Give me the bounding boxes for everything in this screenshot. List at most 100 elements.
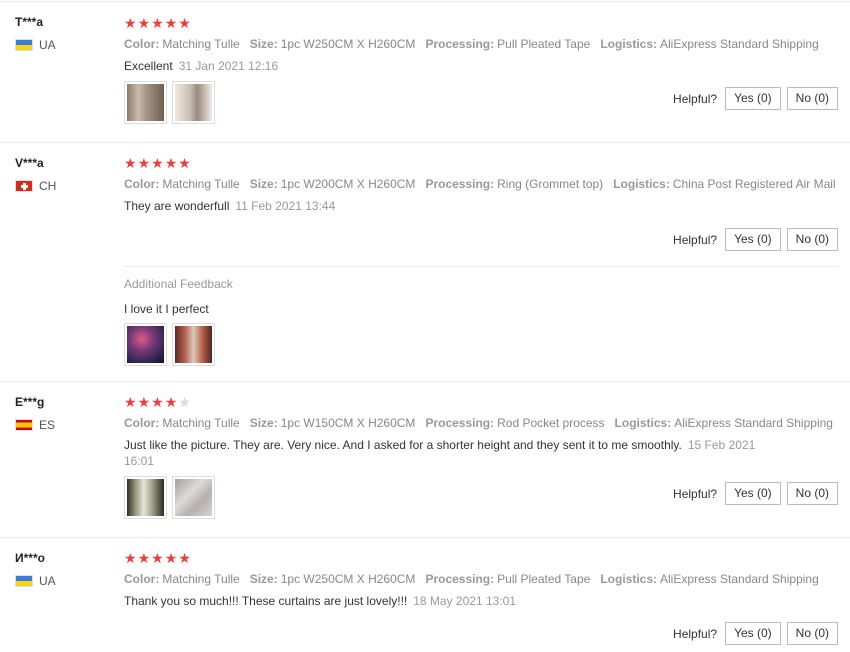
star-filled-icon: ★ [151,394,164,410]
reviewer-country: UA [15,38,56,52]
review-date: 11 Feb 2021 13:44 [235,199,336,213]
star-rating: ★ ★ ★ ★ ★ [124,156,191,170]
product-attribute: Size: 1pc W150CM X H260CM [250,416,416,430]
no-vote-button[interactable]: No (0) [786,87,838,110]
review-photo-thumbnail[interactable] [172,81,215,124]
no-vote-button[interactable]: No (0) [786,228,838,251]
attribute-label: Logistics: [613,177,670,191]
product-attributes: Color: Matching Tulle Size: 1pc W250CM X H2… [124,37,819,51]
attribute-value: Matching Tulle [162,177,240,191]
ukraine-flag-icon [15,39,33,51]
star-filled-icon: ★ [124,394,137,410]
product-attribute: Size: 1pc W200CM X H260CM [250,177,416,191]
review-photo-thumbnail[interactable] [124,81,167,124]
attribute-label: Size: [249,177,278,191]
review-photos [124,476,215,519]
star-empty-icon: ★ [178,394,191,410]
attribute-label: Processing: [425,177,495,191]
review-divider [0,537,850,538]
attribute-value: Matching Tulle [162,37,240,51]
no-vote-button[interactable]: No (0) [786,622,838,645]
product-attribute: Processing: Ring (Grommet top) [425,177,603,191]
helpful-label: Helpful? [673,486,718,501]
review-text: They are wonderfull 11 Feb 2021 13:44 [124,199,335,213]
product-attribute: Processing: Pull Pleated Tape [425,37,590,51]
attribute-label: Size: [249,37,278,51]
review-body: Excellent [124,59,173,73]
attribute-value: Ring (Grommet top) [497,177,604,191]
reviewer-country: UA [15,574,56,588]
helpful-label: Helpful? [673,232,718,247]
yes-vote-button[interactable]: Yes (0) [725,622,781,645]
product-attribute: Processing: Rod Pocket process [425,416,604,430]
attribute-value: 1pc W150CM X H260CM [280,416,416,430]
star-filled-icon: ★ [137,155,151,171]
product-attribute: Logistics: AliExpress Standard Shipping [615,416,833,430]
reviewer-name: E***g [15,395,45,409]
helpful-label: Helpful? [673,626,718,641]
yes-vote-button[interactable]: Yes (0) [725,482,781,505]
product-attribute: Logistics: AliExpress Standard Shipping [600,572,818,586]
attribute-value: AliExpress Standard Shipping [660,572,819,586]
attribute-label: Color: [124,37,160,51]
review-photos [124,81,215,124]
star-filled-icon: ★ [151,155,164,171]
star-filled-icon: ★ [164,15,178,31]
reviewer-country: ES [15,418,55,432]
review-photo-thumbnail[interactable] [172,476,215,519]
attribute-value: AliExpress Standard Shipping [674,416,833,430]
star-filled-icon: ★ [124,155,137,171]
star-filled-icon: ★ [178,15,191,31]
attribute-label: Color: [124,177,160,191]
star-filled-icon: ★ [178,155,191,171]
top-divider [0,1,850,2]
product-attribute: Logistics: AliExpress Standard Shipping [600,37,818,51]
no-vote-button[interactable]: No (0) [786,482,838,505]
additional-feedback-text: I love it I perfect [124,302,209,316]
attribute-label: Color: [124,416,160,430]
attribute-label: Processing: [425,37,495,51]
attribute-value: 1pc W250CM X H260CM [280,37,416,51]
star-filled-icon: ★ [137,394,151,410]
yes-vote-button[interactable]: Yes (0) [725,228,781,251]
product-attribute: Color: Matching Tulle [124,572,240,586]
yes-vote-button[interactable]: Yes (0) [725,87,781,110]
review-photo-thumbnail[interactable] [124,476,167,519]
attribute-value: Pull Pleated Tape [497,572,591,586]
product-attribute: Color: Matching Tulle [124,416,240,430]
review-divider [0,142,850,143]
attribute-value: Rod Pocket process [497,416,605,430]
helpful-label: Helpful? [673,91,718,106]
review-text: Just like the picture. They are. Very ni… [124,437,764,469]
helpful-vote: Helpful? Yes (0) No (0) [673,228,838,251]
attribute-value: Matching Tulle [162,572,240,586]
attribute-value: AliExpress Standard Shipping [660,37,819,51]
attribute-label: Processing: [425,416,495,430]
helpful-vote: Helpful? Yes (0) No (0) [673,482,838,505]
product-attribute: Size: 1pc W250CM X H260CM [250,37,416,51]
attribute-label: Logistics: [600,572,657,586]
star-rating: ★ ★ ★ ★ ★ [124,16,191,30]
country-code: UA [39,38,56,52]
review-body: Thank you so much!!! These curtains are … [124,594,408,608]
review-text: Thank you so much!!! These curtains are … [124,594,516,608]
star-filled-icon: ★ [164,394,178,410]
review-photo-thumbnail[interactable] [172,323,215,366]
review-date: 31 Jan 2021 12:16 [178,59,279,73]
attribute-value: 1pc W250CM X H260CM [280,572,416,586]
star-filled-icon: ★ [124,15,137,31]
review-photos [124,323,215,366]
reviewer-name: V***a [15,156,44,170]
product-attribute: Color: Matching Tulle [124,37,240,51]
additional-feedback-divider [124,266,838,267]
attribute-value: Matching Tulle [162,416,240,430]
reviewer-name: T***a [15,15,44,29]
attribute-label: Size: [249,572,278,586]
country-code: UA [39,574,56,588]
review-photo-thumbnail[interactable] [124,323,167,366]
star-filled-icon: ★ [151,15,164,31]
switzerland-flag-icon [15,180,33,192]
product-attributes: Color: Matching Tulle Size: 1pc W200CM X H2… [124,177,836,191]
product-attribute: Logistics: China Post Registered Air Mail [613,177,835,191]
country-code: ES [39,418,56,432]
